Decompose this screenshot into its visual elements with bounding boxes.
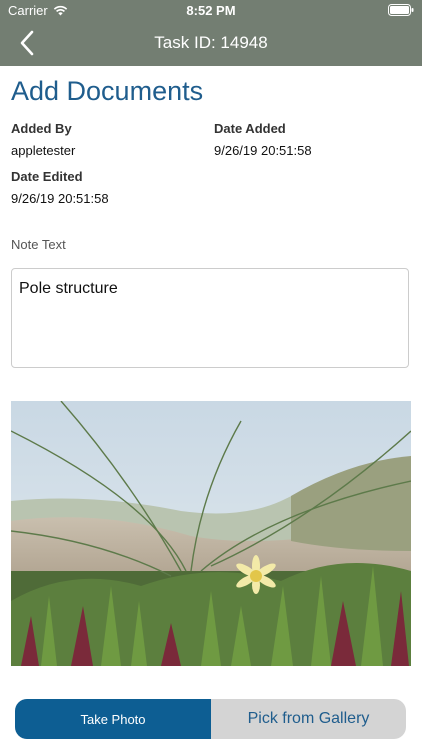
date-added-label: Date Added <box>214 121 286 136</box>
note-text-label: Note Text <box>11 237 66 252</box>
photo-source-selector: Take Photo Pick from Gallery <box>15 699 406 739</box>
photo-image <box>11 401 411 666</box>
status-time: 8:52 PM <box>186 3 236 18</box>
date-edited-value: 9/26/19 20:51:58 <box>11 191 109 206</box>
battery-icon <box>388 4 414 16</box>
take-photo-button[interactable]: Take Photo <box>15 699 211 739</box>
status-bar: Carrier 8:52 PM <box>0 0 422 20</box>
page-title: Add Documents <box>11 76 204 106</box>
date-edited-label: Date Edited <box>11 169 83 184</box>
added-by-label: Added By <box>11 121 72 136</box>
attached-photo <box>11 401 411 666</box>
nav-bar: Task ID: 14948 <box>0 20 422 66</box>
added-by-value: appletester <box>11 143 76 158</box>
pick-from-gallery-button[interactable]: Pick from Gallery <box>211 699 406 739</box>
date-added-value: 9/26/19 20:51:58 <box>214 143 312 158</box>
note-text-field[interactable]: Pole structure <box>11 268 409 368</box>
nav-title: Task ID: 14948 <box>154 33 268 52</box>
